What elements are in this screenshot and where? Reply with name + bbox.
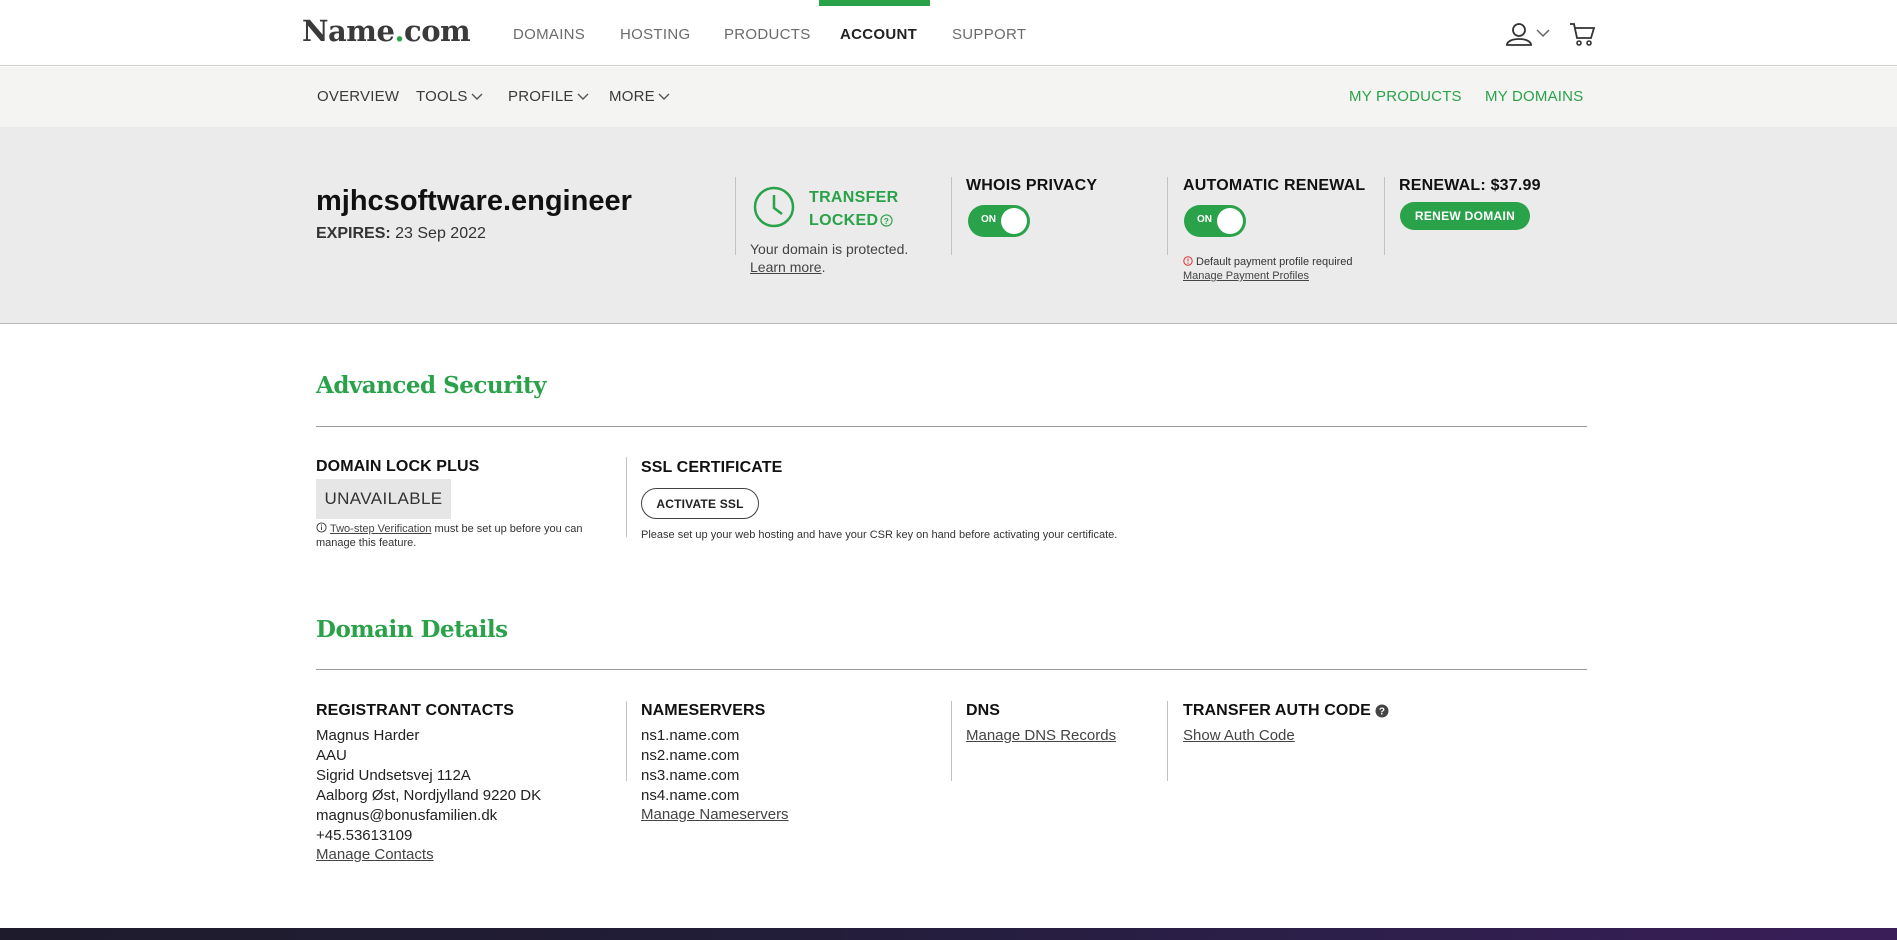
transfer-lock-status: TRANSFER LOCKED? bbox=[809, 189, 899, 229]
cart-icon[interactable] bbox=[1569, 22, 1595, 46]
subnav-overview[interactable]: OVERVIEW bbox=[317, 88, 399, 105]
nav-support[interactable]: SUPPORT bbox=[952, 26, 1026, 43]
list-item: +45.53613109 bbox=[316, 827, 413, 844]
auto-renewal-label: AUTOMATIC RENEWAL bbox=[1183, 177, 1366, 194]
registrant-contact-info: Magnus Harder AAU Sigrid Undsetsvej 112A… bbox=[316, 726, 541, 846]
help-icon[interactable]: ? bbox=[880, 214, 893, 227]
ssl-certificate-label: SSL CERTIFICATE bbox=[641, 459, 783, 476]
manage-contacts-link[interactable]: Manage Contacts bbox=[316, 846, 434, 863]
bottom-edge-strip bbox=[0, 928, 1897, 940]
expiry-date: EXPIRES: 23 Sep 2022 bbox=[316, 225, 486, 242]
help-icon[interactable]: ? bbox=[1375, 704, 1389, 718]
divider bbox=[951, 701, 952, 781]
alert-icon bbox=[1183, 256, 1193, 266]
toggle-state: ON bbox=[981, 214, 996, 225]
show-auth-code-link[interactable]: Show Auth Code bbox=[1183, 727, 1295, 744]
toggle-knob bbox=[1001, 208, 1027, 234]
divider bbox=[1167, 701, 1168, 781]
domain-lock-note: Two-step Verification must be set up bef… bbox=[316, 522, 583, 549]
subnav-more[interactable]: MORE bbox=[609, 88, 670, 105]
divider bbox=[951, 177, 952, 255]
info-icon bbox=[316, 522, 327, 533]
dns-label: DNS bbox=[966, 702, 1001, 719]
svg-text:?: ? bbox=[884, 216, 889, 226]
two-step-verification-link[interactable]: Two-step Verification bbox=[330, 523, 432, 535]
payment-profile-note: Default payment profile required Manage … bbox=[1183, 256, 1353, 282]
list-item: magnus@bonusfamilien.dk bbox=[316, 807, 498, 824]
subnav-profile[interactable]: PROFILE bbox=[508, 88, 589, 105]
chevron-down-icon bbox=[471, 93, 483, 101]
whois-privacy-label: WHOIS PRIVACY bbox=[966, 177, 1098, 194]
sub-navigation: OVERVIEW TOOLS PROFILE MORE MY PRODUCTS … bbox=[0, 67, 1897, 127]
list-item: Sigrid Undsetsvej 112A bbox=[316, 767, 471, 784]
svg-text:?: ? bbox=[1379, 706, 1385, 717]
divider bbox=[626, 701, 627, 781]
subnav-my-domains[interactable]: MY DOMAINS bbox=[1485, 88, 1583, 105]
list-item: AAU bbox=[316, 747, 347, 764]
domain-lock-status: UNAVAILABLE bbox=[316, 479, 451, 519]
divider bbox=[1384, 177, 1385, 255]
domain-name: mjhcsoftware.engineer bbox=[316, 185, 632, 217]
manage-payment-profiles-link[interactable]: Manage Payment Profiles bbox=[1183, 270, 1309, 282]
chevron-down-icon bbox=[658, 93, 670, 101]
activate-ssl-button[interactable]: ACTIVATE SSL bbox=[641, 488, 759, 519]
top-navigation: Name.com DOMAINS HOSTING PRODUCTS ACCOUN… bbox=[0, 0, 1897, 66]
chevron-down-icon[interactable] bbox=[1536, 28, 1550, 38]
domain-details-title: Domain Details bbox=[316, 616, 508, 643]
renewal-price: RENEWAL: $37.99 bbox=[1399, 177, 1541, 194]
domain-summary-band: mjhcsoftware.engineer EXPIRES: 23 Sep 20… bbox=[0, 127, 1897, 324]
renew-domain-button[interactable]: RENEW DOMAIN bbox=[1400, 202, 1530, 230]
brand-logo[interactable]: Name.com bbox=[302, 14, 471, 48]
list-item: ns1.name.com bbox=[641, 727, 740, 744]
ssl-note: Please set up your web hosting and have … bbox=[641, 529, 1118, 541]
nav-hosting[interactable]: HOSTING bbox=[620, 26, 690, 43]
list-item: ns4.name.com bbox=[641, 787, 740, 804]
list-item: Aalborg Øst, Nordjylland 9220 DK bbox=[316, 787, 542, 804]
domain-lock-plus-label: DOMAIN LOCK PLUS bbox=[316, 458, 480, 475]
nameserver-list: ns1.name.com ns2.name.com ns3.name.com n… bbox=[641, 726, 739, 806]
section-divider bbox=[316, 669, 1587, 670]
divider bbox=[626, 457, 627, 537]
transfer-protected-note: Your domain is protected. Learn more. bbox=[750, 241, 909, 275]
nav-domains[interactable]: DOMAINS bbox=[513, 26, 585, 43]
subnav-tools[interactable]: TOOLS bbox=[416, 88, 483, 105]
chevron-down-icon bbox=[577, 93, 589, 101]
nav-account[interactable]: ACCOUNT bbox=[840, 26, 917, 43]
manage-nameservers-link[interactable]: Manage Nameservers bbox=[641, 806, 789, 823]
manage-dns-records-link[interactable]: Manage DNS Records bbox=[966, 727, 1116, 744]
learn-more-link[interactable]: Learn more bbox=[750, 259, 822, 275]
subnav-my-products[interactable]: MY PRODUCTS bbox=[1349, 88, 1462, 105]
registrant-contacts-label: REGISTRANT CONTACTS bbox=[316, 702, 515, 719]
divider bbox=[735, 177, 736, 255]
list-item: ns2.name.com bbox=[641, 747, 740, 764]
user-icon[interactable] bbox=[1505, 22, 1533, 46]
auto-renewal-toggle[interactable]: ON bbox=[1184, 205, 1246, 237]
clock-icon bbox=[753, 186, 795, 228]
toggle-state: ON bbox=[1197, 214, 1212, 225]
list-item: ns3.name.com bbox=[641, 767, 740, 784]
advanced-security-title: Advanced Security bbox=[316, 372, 546, 399]
divider bbox=[1167, 177, 1168, 255]
transfer-auth-code-label: TRANSFER AUTH CODE? bbox=[1183, 702, 1389, 720]
nameservers-label: NAMESERVERS bbox=[641, 702, 766, 719]
list-item: Magnus Harder bbox=[316, 727, 420, 744]
nav-products[interactable]: PRODUCTS bbox=[724, 26, 811, 43]
toggle-knob bbox=[1217, 208, 1243, 234]
active-tab-indicator bbox=[819, 0, 930, 6]
section-divider bbox=[316, 426, 1587, 427]
whois-privacy-toggle[interactable]: ON bbox=[968, 205, 1030, 237]
